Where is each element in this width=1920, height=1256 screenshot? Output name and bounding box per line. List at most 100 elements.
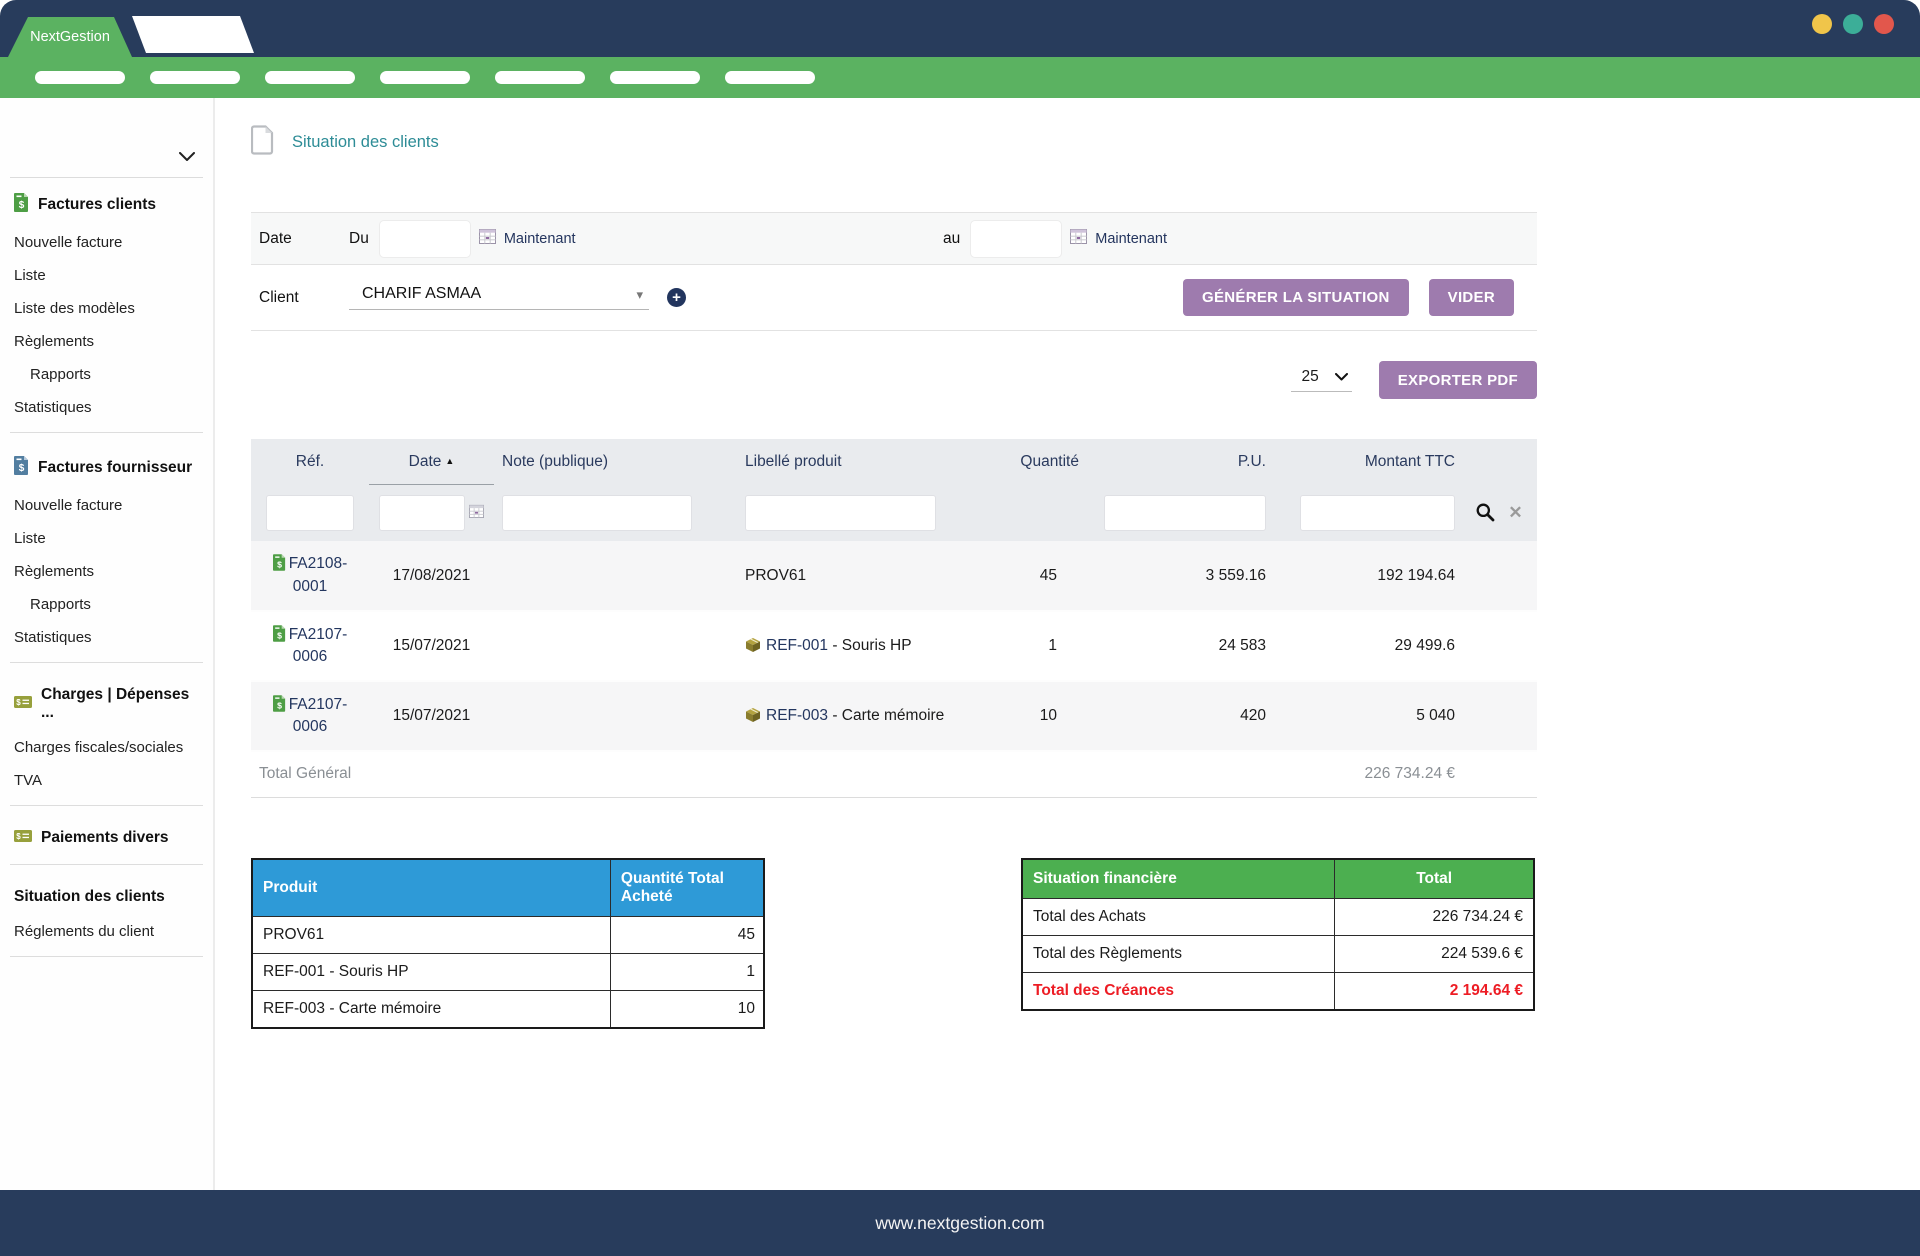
- blank-tab[interactable]: [132, 16, 254, 53]
- window-close-dot[interactable]: [1874, 14, 1894, 34]
- footer: www.nextgestion.com: [0, 1190, 1920, 1256]
- invoice-product: REF-003 - Carte mémoire: [709, 681, 999, 751]
- money-olive-icon: $: [14, 695, 32, 713]
- filter-note-input[interactable]: [502, 495, 692, 531]
- svg-text:$: $: [19, 200, 25, 211]
- invoice-ref-link[interactable]: $FA2108-0001: [268, 553, 352, 598]
- column-header-ref[interactable]: Réf.: [251, 439, 369, 485]
- nav-pill[interactable]: [725, 71, 815, 84]
- sidebar-header-paiements-divers[interactable]: $ Paiements divers: [0, 818, 213, 856]
- client-filter-row: Client CHARIF ASMAA ▾ + GÉNÉRER LA SITUA…: [251, 265, 1537, 331]
- generate-situation-button[interactable]: GÉNÉRER LA SITUATION: [1183, 279, 1409, 316]
- financial-value: 224 539.6 €: [1335, 935, 1534, 972]
- nav-pill[interactable]: [610, 71, 700, 84]
- filter-ref-input[interactable]: [266, 495, 354, 531]
- sidebar-collapse-select[interactable]: [10, 98, 203, 178]
- page-size-select[interactable]: 25: [1291, 368, 1351, 392]
- financial-label: Total des Règlements: [1022, 935, 1335, 972]
- column-header-product[interactable]: Libellé produit: [709, 439, 999, 485]
- chevron-down-icon: [1335, 368, 1348, 386]
- column-header-amount[interactable]: Montant TTC: [1279, 439, 1461, 485]
- invoice-ref-link[interactable]: $FA2107-0006: [268, 624, 352, 669]
- sidebar-item-liste-fournisseur[interactable]: Liste: [0, 522, 213, 555]
- product-code-link[interactable]: REF-001: [766, 637, 828, 654]
- product-summary-row: REF-003 - Carte mémoire 10: [252, 990, 764, 1028]
- page-title: Situation des clients: [251, 122, 1537, 162]
- filter-pu-input[interactable]: [1104, 495, 1266, 531]
- add-client-button[interactable]: +: [667, 288, 686, 307]
- financial-summary-header-total: Total: [1335, 859, 1534, 899]
- sidebar-header-factures-fournisseur[interactable]: $ Factures fournisseur: [0, 445, 213, 489]
- invoice-pu: 24 583: [1089, 611, 1279, 681]
- nav-pill[interactable]: [495, 71, 585, 84]
- product-name: PROV61: [252, 916, 610, 953]
- sidebar-item-liste[interactable]: Liste: [0, 259, 213, 292]
- date-to-input[interactable]: [970, 220, 1062, 258]
- sidebar-header-charges[interactable]: $ Charges | Dépenses ...: [0, 675, 213, 731]
- filter-date-input[interactable]: [379, 495, 465, 531]
- sidebar-item-tva[interactable]: TVA: [0, 764, 213, 797]
- invoice-qty: 1: [999, 611, 1089, 681]
- sidebar-item-rapports[interactable]: Rapports: [0, 358, 213, 391]
- nav-pill[interactable]: [150, 71, 240, 84]
- clear-filters-button[interactable]: ✕: [1506, 501, 1524, 525]
- invoice-amount: 29 499.6: [1279, 611, 1461, 681]
- client-select[interactable]: CHARIF ASMAA ▾: [349, 285, 649, 310]
- calendar-icon[interactable]: [479, 228, 496, 249]
- column-header-date[interactable]: Date▲: [369, 439, 494, 485]
- table-filter-row: ✕: [251, 485, 1537, 541]
- date-to-group: au Maintenant: [943, 220, 1167, 258]
- sidebar-item-liste-des-modeles[interactable]: Liste des modèles: [0, 292, 213, 325]
- filter-amount-input[interactable]: [1300, 495, 1455, 531]
- sidebar-item-charges-fiscales[interactable]: Charges fiscales/sociales: [0, 731, 213, 764]
- page-size-value: 25: [1301, 368, 1318, 386]
- search-button[interactable]: [1473, 500, 1497, 527]
- nav-pill[interactable]: [265, 71, 355, 84]
- brand-tab[interactable]: NextGestion: [8, 17, 132, 57]
- financial-summary-row: Total des Règlements 224 539.6 €: [1022, 935, 1534, 972]
- sidebar-item-nouvelle-facture[interactable]: Nouvelle facture: [0, 226, 213, 259]
- chevron-down-icon: [179, 149, 195, 167]
- invoice-qty: 10: [999, 681, 1089, 751]
- filter-product-input[interactable]: [745, 495, 936, 531]
- sidebar-divider: [10, 805, 203, 806]
- sidebar-divider: [10, 662, 203, 663]
- sidebar: $ Factures clients Nouvelle facture List…: [0, 98, 215, 1190]
- column-header-pu[interactable]: P.U.: [1089, 439, 1279, 485]
- date-from-label: Du: [349, 230, 369, 248]
- calendar-icon[interactable]: [469, 504, 484, 523]
- sidebar-header-situation-des-clients[interactable]: Situation des clients: [0, 877, 213, 915]
- footer-url: www.nextgestion.com: [875, 1213, 1044, 1234]
- sidebar-item-reglements-du-client[interactable]: Réglements du client: [0, 915, 213, 948]
- sidebar-item-reglements-fournisseur[interactable]: Règlements: [0, 555, 213, 588]
- sidebar-item-statistiques[interactable]: Statistiques: [0, 391, 213, 424]
- invoice-green-icon: $: [273, 555, 289, 572]
- window-controls: [1812, 14, 1894, 34]
- date-from-input[interactable]: [379, 220, 471, 258]
- svg-text:$: $: [277, 630, 282, 640]
- invoice-product: PROV61: [709, 541, 999, 611]
- app-window: NextGestion $: [0, 0, 1920, 1256]
- invoice-row: $FA2107-0006 15/07/2021 REF-003 - Carte …: [251, 681, 1537, 751]
- sidebar-section-factures-fournisseur: $ Factures fournisseur Nouvelle facture …: [0, 441, 213, 654]
- sort-asc-icon: ▲: [445, 456, 454, 466]
- sidebar-item-nouvelle-facture-fournisseur[interactable]: Nouvelle facture: [0, 489, 213, 522]
- calendar-icon[interactable]: [1070, 228, 1087, 249]
- product-code-link[interactable]: REF-003: [766, 707, 828, 724]
- nav-pill[interactable]: [380, 71, 470, 84]
- export-pdf-button[interactable]: EXPORTER PDF: [1379, 361, 1537, 399]
- sidebar-item-statistiques-fournisseur[interactable]: Statistiques: [0, 621, 213, 654]
- sidebar-header-factures-clients[interactable]: $ Factures clients: [0, 182, 213, 226]
- sidebar-item-reglements[interactable]: Règlements: [0, 325, 213, 358]
- column-header-qty[interactable]: Quantité: [999, 439, 1089, 485]
- invoice-row: $FA2108-0001 17/08/2021 PROV61 45 3 559.…: [251, 541, 1537, 611]
- sidebar-item-rapports-fournisseur[interactable]: Rapports: [0, 588, 213, 621]
- window-maximize-dot[interactable]: [1843, 14, 1863, 34]
- invoice-ref-link[interactable]: $FA2107-0006: [268, 694, 352, 739]
- window-minimize-dot[interactable]: [1812, 14, 1832, 34]
- now-from-link[interactable]: Maintenant: [504, 231, 576, 247]
- nav-pill[interactable]: [35, 71, 125, 84]
- column-header-note[interactable]: Note (publique): [494, 439, 709, 485]
- clear-button[interactable]: VIDER: [1429, 279, 1514, 316]
- now-to-link[interactable]: Maintenant: [1095, 231, 1167, 247]
